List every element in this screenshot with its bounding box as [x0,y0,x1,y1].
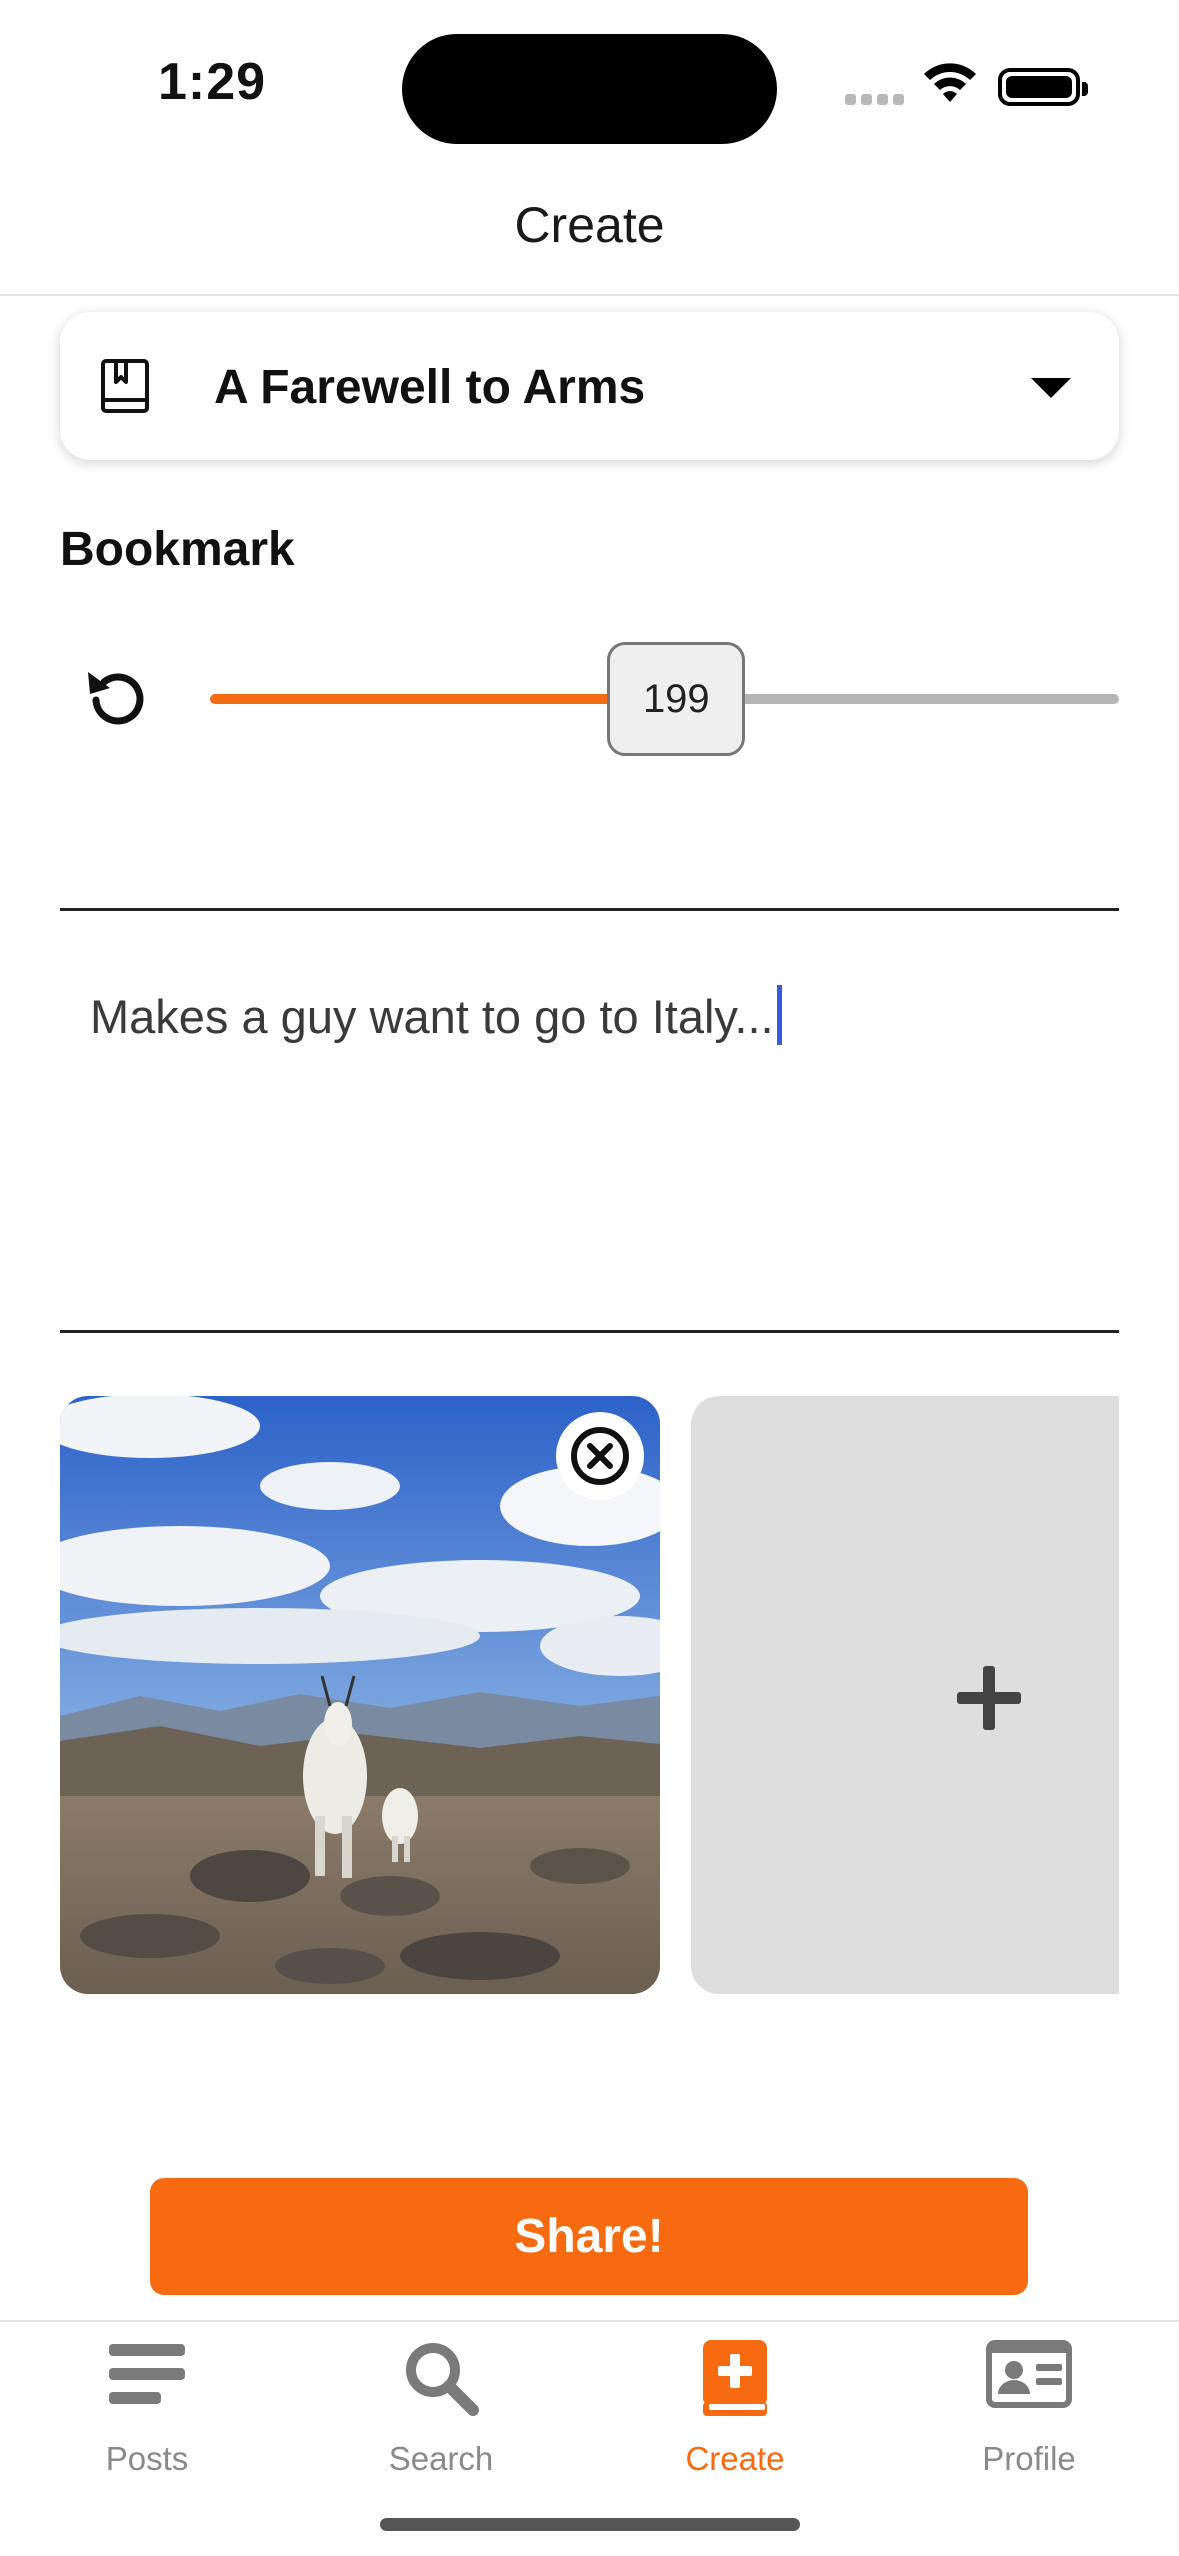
status-time: 1:29 [158,53,267,111]
book-icon [101,359,149,413]
cellular-signal-icon [845,94,905,106]
plus-icon [957,1666,1021,1730]
text-area-divider-bottom [60,1330,1119,1333]
add-photo-button[interactable] [691,1396,1119,1994]
caret-down-icon [1031,378,1071,398]
tab-profile-label: Profile [982,2440,1076,2477]
post-text-value: Makes a guy want to go to Italy... [90,990,774,1043]
tab-create[interactable]: Create [588,2340,882,2490]
tab-posts[interactable]: Posts [0,2340,294,2490]
create-book-icon [703,2340,767,2416]
wifi-icon [924,63,976,102]
post-text-input[interactable]: Makes a guy want to go to Italy... [90,985,782,1045]
reset-icon[interactable] [82,664,152,736]
remove-photo-button[interactable] [556,1412,644,1500]
nav-divider [0,294,1179,296]
home-indicator [380,2518,800,2531]
tab-create-label: Create [685,2440,785,2477]
text-area-divider-top [60,908,1119,911]
tab-search[interactable]: Search [294,2340,588,2490]
tab-profile[interactable]: Profile [882,2340,1176,2490]
list-icon [109,2344,185,2404]
id-card-icon [986,2340,1072,2408]
book-picker-dropdown[interactable]: A Farewell to Arms [60,312,1119,460]
tab-search-label: Search [388,2440,494,2477]
selected-book-title: A Farewell to Arms [214,361,646,414]
bookmark-slider-thumb[interactable]: 199 [607,642,746,756]
search-icon [406,2343,479,2416]
text-cursor [776,985,782,1045]
dynamic-island [402,34,777,144]
bookmark-label: Bookmark [60,523,295,576]
battery-icon [998,68,1088,106]
close-circle-icon [571,1427,629,1485]
page-title: Create [514,197,665,253]
share-button[interactable]: Share! [150,2178,1028,2295]
status-bar: 1:29 [0,0,1179,160]
tab-posts-label: Posts [105,2440,189,2477]
